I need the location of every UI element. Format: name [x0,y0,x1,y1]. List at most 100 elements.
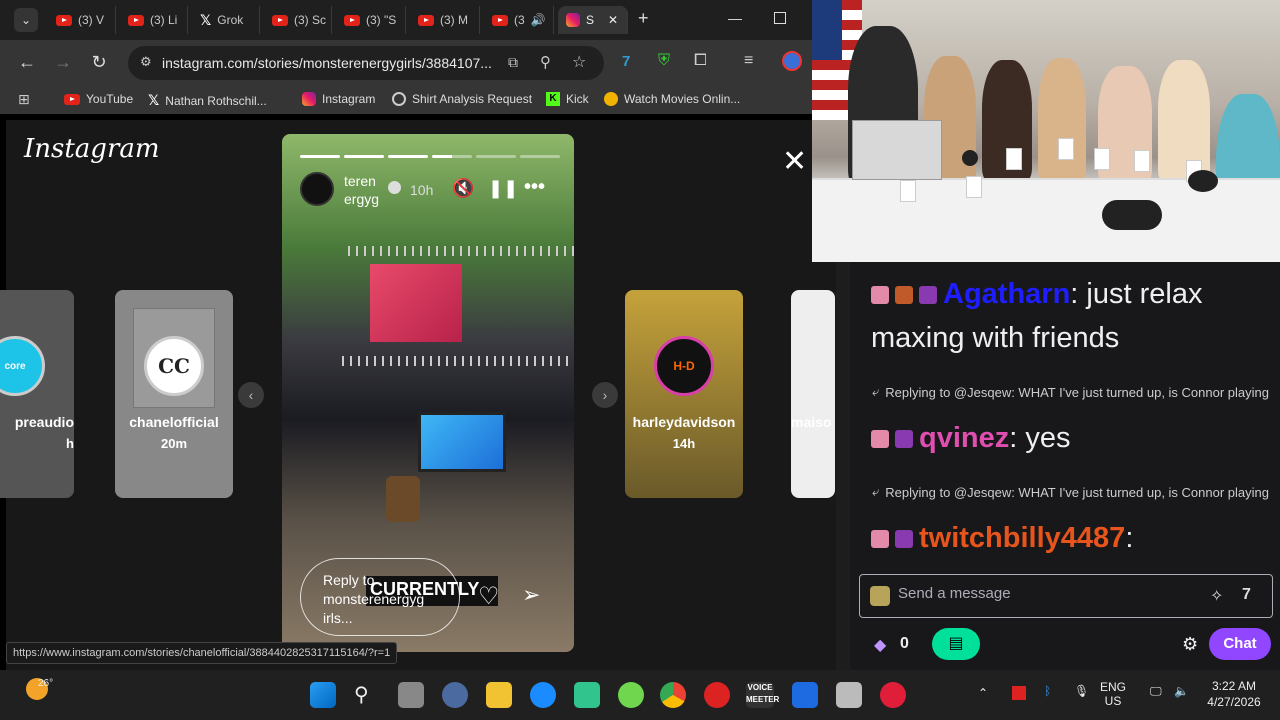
new-tab-button[interactable]: + [638,8,649,29]
chrome-icon[interactable] [660,682,686,708]
next-story-button[interactable]: › [592,382,618,408]
story-time: 10h [410,182,434,198]
tab-2[interactable]: (3) Li [120,6,188,34]
zoom-icon[interactable]: ⚲ [540,53,551,71]
seventv-icon[interactable]: 7 [1242,586,1251,604]
more-options-icon[interactable]: ••• [524,176,545,199]
windows-start-icon[interactable] [310,682,336,708]
app-c-icon[interactable] [530,682,556,708]
app-red-circle-icon[interactable] [880,682,906,708]
address-bar[interactable]: ⚙ instagram.com/stories/monsterenergygir… [128,46,604,80]
apps-grid-icon[interactable]: ⊞ [18,91,30,108]
app-red-icon[interactable] [704,682,730,708]
site-info-icon[interactable]: ⚙ [140,54,152,70]
instagram-icon [566,13,580,27]
volume-icon[interactable]: 🔈 [1174,684,1189,698]
microphone-icon[interactable]: 🎙 [1074,684,1089,698]
install-app-icon[interactable]: ⧉ [508,54,518,71]
story-progress-segment [388,155,428,158]
chat-username[interactable]: twitchbilly4487 [919,522,1125,554]
story-time: 20m [160,436,188,451]
tab-1[interactable]: (3) V [48,6,116,34]
chat-send-button[interactable]: Chat [1209,628,1271,660]
tab-search-button[interactable]: ⌄ [14,8,38,32]
voicemeeter-icon[interactable]: VOICE MEETER [746,682,779,708]
chat-input-box[interactable]: ✧ 7 [859,574,1273,618]
bookmark-nathan[interactable]: 𝕏 Nathan Rothschil... [148,92,267,109]
story-card-chanelofficial[interactable]: CC chanelofficial 20m [115,290,233,498]
reply-context[interactable]: ⤶ Replying to @Jesqew: WHAT I've just tur… [872,384,1269,400]
reply-context[interactable]: ⤶ Replying to @Jesqew: WHAT I've just tur… [872,484,1269,500]
url-text[interactable]: instagram.com/stories/monsterenergygirls… [162,55,492,71]
reply-input[interactable]: Reply to monsterenergyg irls... [300,558,460,636]
minimize-button[interactable]: — [728,10,742,26]
tab-6[interactable]: (3) M [410,6,480,34]
prediction-button[interactable]: ▤ [932,628,980,660]
like-heart-icon[interactable]: ♡ [478,582,500,611]
chat-username[interactable]: qvinez [919,422,1009,454]
android-app-icon[interactable] [574,682,600,708]
tab-4[interactable]: (3) Sc [264,6,332,34]
channel-points-icon[interactable]: ◆ [874,635,886,655]
snipping-tool-icon[interactable] [836,682,862,708]
tab-7[interactable]: (3 🔊 [484,6,554,34]
profile-avatar[interactable] [782,51,802,71]
media-control-icon[interactable]: ≡ [744,52,753,70]
bookmark-youtube[interactable]: YouTube [64,92,133,106]
story-author[interactable]: teren ergyg [344,172,379,208]
network-icon[interactable]: 🖵 [1150,684,1162,699]
forward-button[interactable]: → [52,52,74,73]
windows-taskbar: 26° ⚲ VOICE MEETER ⌃ ᛒ 🎙 ENG US 🖵 🔈 3:22… [0,670,1280,720]
previous-story-button[interactable]: ‹ [238,382,264,408]
bookmark-watch-movies[interactable]: Watch Movies Onlin... [604,92,740,106]
file-explorer-icon[interactable] [486,682,512,708]
story-card-harleydavidson[interactable]: H-D harleydavidson 14h [625,290,743,498]
tab-3[interactable]: 𝕏 Grok [192,6,260,34]
guest-person [1158,60,1210,182]
language-indicator[interactable]: ENG US [1100,680,1126,708]
emote-avatar-icon[interactable] [870,586,890,606]
clock[interactable]: 3:22 AM 4/27/2026 [1200,678,1268,710]
story-card-maiso[interactable]: maiso [791,290,835,498]
reload-button[interactable]: ↻ [88,52,110,73]
microphone [1102,200,1162,230]
youtube-icon [272,14,288,26]
search-icon[interactable]: ⚲ [354,682,369,707]
stream-video[interactable] [812,0,1280,262]
story-card-preaudio[interactable]: core preaudio h [0,290,74,498]
mute-icon[interactable]: 🔇 [452,178,474,199]
share-send-icon[interactable]: ➢ [522,582,540,608]
settings-gear-icon[interactable]: ⚙ [1182,634,1198,655]
chat-username[interactable]: Agatharn [943,278,1070,310]
seventv-extension-icon[interactable]: 7 [622,53,630,70]
tray-expand-icon[interactable]: ⌃ [978,686,988,700]
monster-avatar[interactable] [300,172,334,206]
app-u-icon[interactable] [618,682,644,708]
bookmark-star-icon[interactable]: ☆ [572,52,586,72]
main-story-frame[interactable]: teren ergyg 10h 🔇 ❚❚ ••• CURRENTLY Reply… [282,134,574,652]
tray-app-icon[interactable] [1012,686,1026,700]
sparkle-icon[interactable]: ✧ [1210,586,1223,606]
stage-truss [348,246,574,256]
tab-active-instagram[interactable]: S ✕ [558,6,628,34]
speaker-icon[interactable]: 🔊 [531,13,546,27]
extensions-icon[interactable]: ⧠ [694,52,707,70]
shield-extension-icon[interactable]: ⛨ [658,52,670,70]
tab-5[interactable]: (3) "S [336,6,406,34]
app-blue-icon[interactable] [792,682,818,708]
bookmark-instagram[interactable]: Instagram [302,92,375,106]
settings-app-icon[interactable] [442,682,468,708]
bookmark-kick[interactable]: K Kick [546,92,589,106]
bookmark-shirt-analysis[interactable]: Shirt Analysis Request [392,92,532,106]
task-view-icon[interactable] [398,682,424,708]
close-story-icon[interactable]: ✕ [782,144,807,179]
x-icon: 𝕏 [148,92,160,108]
maximize-button[interactable] [774,12,786,24]
chat-message-input[interactable] [898,585,1198,602]
bluetooth-icon[interactable]: ᛒ [1044,684,1051,698]
instagram-logo[interactable]: Instagram [24,134,160,164]
close-tab-icon[interactable]: ✕ [608,13,618,27]
pause-icon[interactable]: ❚❚ [488,178,518,199]
story-progress-segment [520,155,560,158]
back-button[interactable]: ← [16,52,38,73]
